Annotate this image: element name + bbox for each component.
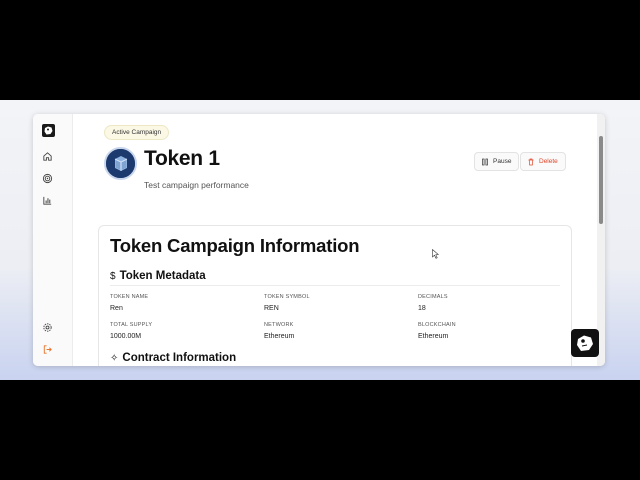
target-icon[interactable]	[42, 173, 53, 184]
field-label: BLOCKCHAIN	[418, 322, 456, 328]
pause-icon	[482, 158, 488, 165]
logout-icon[interactable]	[42, 344, 53, 355]
scroll-thumb[interactable]	[599, 136, 603, 224]
settings-icon[interactable]	[42, 322, 53, 333]
token-metadata-label: Token Metadata	[119, 270, 206, 282]
delete-label: Delete	[539, 158, 558, 165]
app-window: Active Campaign Token 1 Test campaign pe…	[33, 114, 605, 366]
field-value: Ren	[110, 305, 123, 312]
trash-icon	[528, 158, 534, 165]
assistant-fab-icon[interactable]	[571, 329, 599, 357]
contract-info-label: Contract Information	[122, 352, 237, 364]
page-title: Token 1	[144, 147, 220, 170]
bar-chart-icon[interactable]	[42, 195, 53, 206]
card-title: Token Campaign Information	[110, 235, 360, 256]
field-value: 18	[418, 305, 426, 312]
sparkle-icon: ✧	[110, 352, 119, 364]
token-metadata-heading: $ Token Metadata	[110, 270, 206, 282]
status-badge: Active Campaign	[104, 125, 170, 140]
desktop-background: Active Campaign Token 1 Test campaign pe…	[0, 100, 640, 380]
field-label: TOKEN NAME	[110, 294, 149, 300]
field-label: TOTAL SUPPLY	[110, 322, 153, 328]
campaign-info-card: Token Campaign Information $ Token Metad…	[98, 225, 572, 366]
delete-button[interactable]: Delete	[520, 152, 566, 171]
mouse-cursor-icon	[432, 246, 440, 264]
divider	[110, 285, 560, 286]
field-value: Ethereum	[418, 333, 449, 340]
pause-label: Pause	[493, 158, 512, 165]
field-value: REN	[264, 305, 279, 312]
field-label: TOKEN SYMBOL	[264, 294, 310, 300]
pause-button[interactable]: Pause	[474, 152, 520, 171]
field-label: NETWORK	[264, 322, 294, 328]
field-value: Ethereum	[264, 333, 295, 340]
home-icon[interactable]	[42, 151, 53, 162]
field-value: 1000.00M	[110, 333, 142, 340]
logo-icon[interactable]	[42, 124, 55, 137]
field-label: DECIMALS	[418, 294, 448, 300]
contract-info-heading: ✧ Contract Information	[110, 352, 236, 364]
page-subtitle: Test campaign performance	[144, 180, 249, 190]
main-content: Active Campaign Token 1 Test campaign pe…	[74, 114, 597, 366]
dollar-icon: $	[110, 270, 116, 282]
token-avatar	[104, 147, 137, 180]
sidebar	[33, 114, 73, 366]
